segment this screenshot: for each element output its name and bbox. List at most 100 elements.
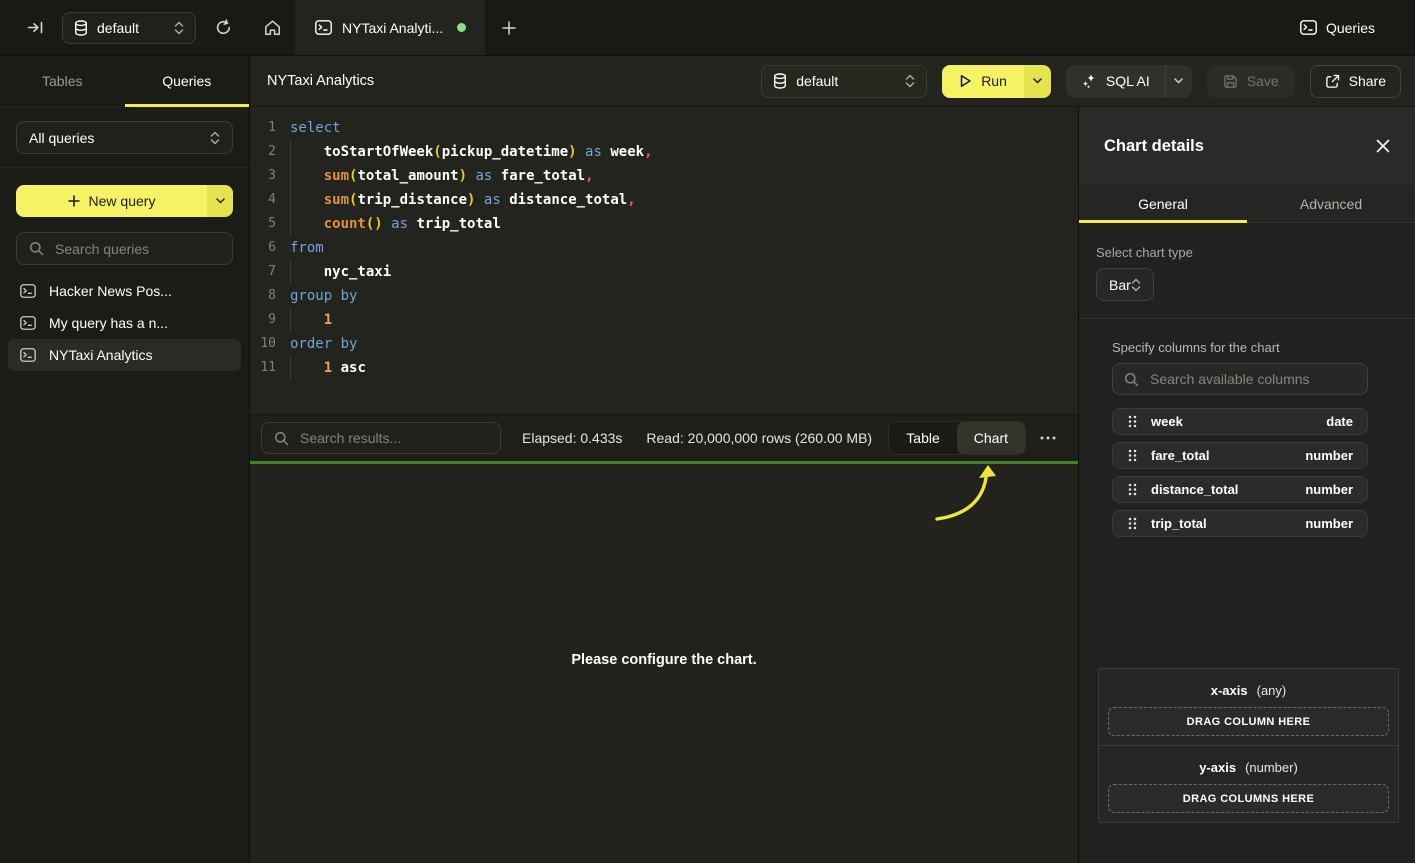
new-query-label: New query: [89, 193, 156, 209]
query-list-item[interactable]: My query has a n...: [8, 307, 241, 339]
collapse-sidebar-button[interactable]: [22, 15, 48, 41]
column-row[interactable]: fare_total number: [1112, 442, 1368, 469]
save-button[interactable]: Save: [1207, 65, 1295, 98]
sidebar-tabs: Tables Queries: [0, 56, 249, 107]
columns-section-label: Specify columns for the chart: [1112, 340, 1398, 355]
updown-chevron-icon: [174, 21, 184, 35]
query-list: Hacker News Pos... My query has a n...: [8, 275, 241, 371]
database-selector-value: default: [97, 20, 165, 36]
query-terminal-icon: [1300, 20, 1317, 35]
chart-empty-message: Please configure the chart.: [250, 652, 1078, 668]
plus-icon: [502, 21, 516, 35]
run-label: Run: [981, 73, 1007, 89]
column-name: trip_total: [1151, 516, 1207, 531]
run-button[interactable]: Run: [942, 65, 1024, 98]
code-line: 3 sum(total_amount) as fare_total,: [258, 164, 1078, 188]
code-line: 8group by: [258, 284, 1078, 308]
play-icon: [959, 74, 972, 88]
updown-chevron-icon: [210, 131, 220, 145]
topbar-left: default: [0, 0, 250, 55]
sidebar-tab-tables[interactable]: Tables: [0, 56, 125, 106]
results-view-toggle: Table Chart: [888, 421, 1026, 455]
query-terminal-icon: [20, 316, 36, 330]
query-list-item[interactable]: Hacker News Pos...: [8, 275, 241, 307]
panel-tab-label: General: [1138, 196, 1188, 212]
code-line: 11 1 asc: [258, 356, 1078, 380]
sql-editor[interactable]: 1select2 toStartOfWeek(pickup_datetime) …: [250, 107, 1078, 414]
query-filter-select[interactable]: All queries: [16, 121, 233, 154]
close-panel-button[interactable]: [1376, 139, 1390, 153]
new-query-button[interactable]: New query: [16, 185, 207, 217]
tab-strip: NYTaxi Analyti...: [250, 0, 533, 55]
sparkles-icon: [1081, 73, 1097, 89]
query-terminal-icon: [20, 284, 36, 298]
panel-title: Chart details: [1104, 137, 1204, 156]
column-row[interactable]: trip_total number: [1112, 510, 1368, 537]
x-axis-section: x-axis(any) DRAG COLUMN HERE: [1099, 669, 1398, 745]
sidebar-tab-queries[interactable]: Queries: [125, 56, 250, 106]
run-split-button: Run: [942, 65, 1051, 98]
code-line: 5 count() as trip_total: [258, 212, 1078, 236]
chevron-down-icon: [216, 198, 225, 204]
drag-handle-icon[interactable]: [1128, 517, 1137, 530]
column-type: date: [1326, 414, 1353, 429]
search-columns-input[interactable]: [1148, 370, 1356, 388]
queries-button-label: Queries: [1326, 20, 1375, 36]
queries-button[interactable]: Queries: [1300, 20, 1375, 36]
drag-handle-icon[interactable]: [1128, 415, 1137, 428]
chart-type-value: Bar: [1109, 277, 1131, 293]
code-line: 10order by: [258, 332, 1078, 356]
unsaved-changes-dot: [457, 23, 466, 32]
search-icon: [274, 431, 289, 446]
y-axis-dropzone[interactable]: DRAG COLUMNS HERE: [1108, 784, 1389, 813]
query-title: NYTaxi Analytics: [267, 73, 374, 89]
sql-ai-split-button: SQL AI: [1066, 65, 1192, 98]
home-tab[interactable]: [250, 0, 296, 55]
topbar-database-selector[interactable]: default: [62, 12, 196, 44]
sidebar-tab-label: Tables: [42, 73, 82, 89]
sidebar-search: [16, 232, 233, 265]
results-toolbar: Elapsed: 0.433s Read: 20,000,000 rows (2…: [250, 414, 1078, 461]
panel-tab-label: Advanced: [1300, 196, 1362, 212]
query-list-item[interactable]: NYTaxi Analytics: [8, 339, 241, 371]
refresh-button[interactable]: [210, 15, 236, 41]
code-line: 7 nyc_taxi: [258, 260, 1078, 284]
more-options-button[interactable]: [1034, 436, 1062, 440]
ellipsis-icon: [1040, 436, 1056, 440]
sql-ai-dropdown-button[interactable]: [1165, 65, 1192, 98]
new-tab-button[interactable]: [485, 0, 533, 55]
home-icon: [264, 20, 281, 36]
panel-tab-advanced[interactable]: Advanced: [1247, 185, 1415, 222]
save-icon: [1223, 74, 1238, 89]
drag-handle-icon[interactable]: [1128, 483, 1137, 496]
tab-nytaxi-analytics[interactable]: NYTaxi Analyti...: [296, 0, 485, 55]
query-name: NYTaxi Analytics: [49, 347, 152, 363]
updown-chevron-icon: [1131, 278, 1141, 292]
columns-search: [1112, 363, 1368, 395]
editor-database-selector[interactable]: default: [761, 65, 927, 98]
panel-tab-general[interactable]: General: [1079, 185, 1247, 222]
view-tab-table[interactable]: Table: [889, 422, 956, 454]
share-button[interactable]: Share: [1310, 65, 1401, 98]
chart-type-select[interactable]: Bar: [1096, 268, 1154, 301]
drag-handle-icon[interactable]: [1128, 449, 1137, 462]
column-row[interactable]: week date: [1112, 408, 1368, 435]
sql-ai-button[interactable]: SQL AI: [1066, 65, 1165, 98]
column-row[interactable]: distance_total number: [1112, 476, 1368, 503]
axes-config-box: x-axis(any) DRAG COLUMN HERE y-axis(numb…: [1098, 668, 1399, 823]
search-queries-input[interactable]: [53, 240, 220, 258]
database-selector-value: default: [796, 73, 896, 89]
run-options-button[interactable]: [1024, 65, 1051, 98]
view-tab-chart[interactable]: Chart: [957, 422, 1025, 454]
sidebar: Tables Queries All queries New query: [0, 56, 250, 863]
editor-actions: default Run: [761, 65, 1401, 98]
sidebar-divider: [0, 167, 249, 168]
column-name: distance_total: [1151, 482, 1238, 497]
code-line: 6from: [258, 236, 1078, 260]
elapsed-time: Elapsed: 0.433s: [522, 430, 622, 446]
new-query-dropdown-button[interactable]: [207, 185, 233, 217]
search-results-input[interactable]: [298, 429, 488, 447]
x-axis-dropzone[interactable]: DRAG COLUMN HERE: [1108, 707, 1389, 736]
sql-ai-label: SQL AI: [1106, 73, 1150, 89]
sidebar-tab-label: Queries: [162, 73, 211, 89]
